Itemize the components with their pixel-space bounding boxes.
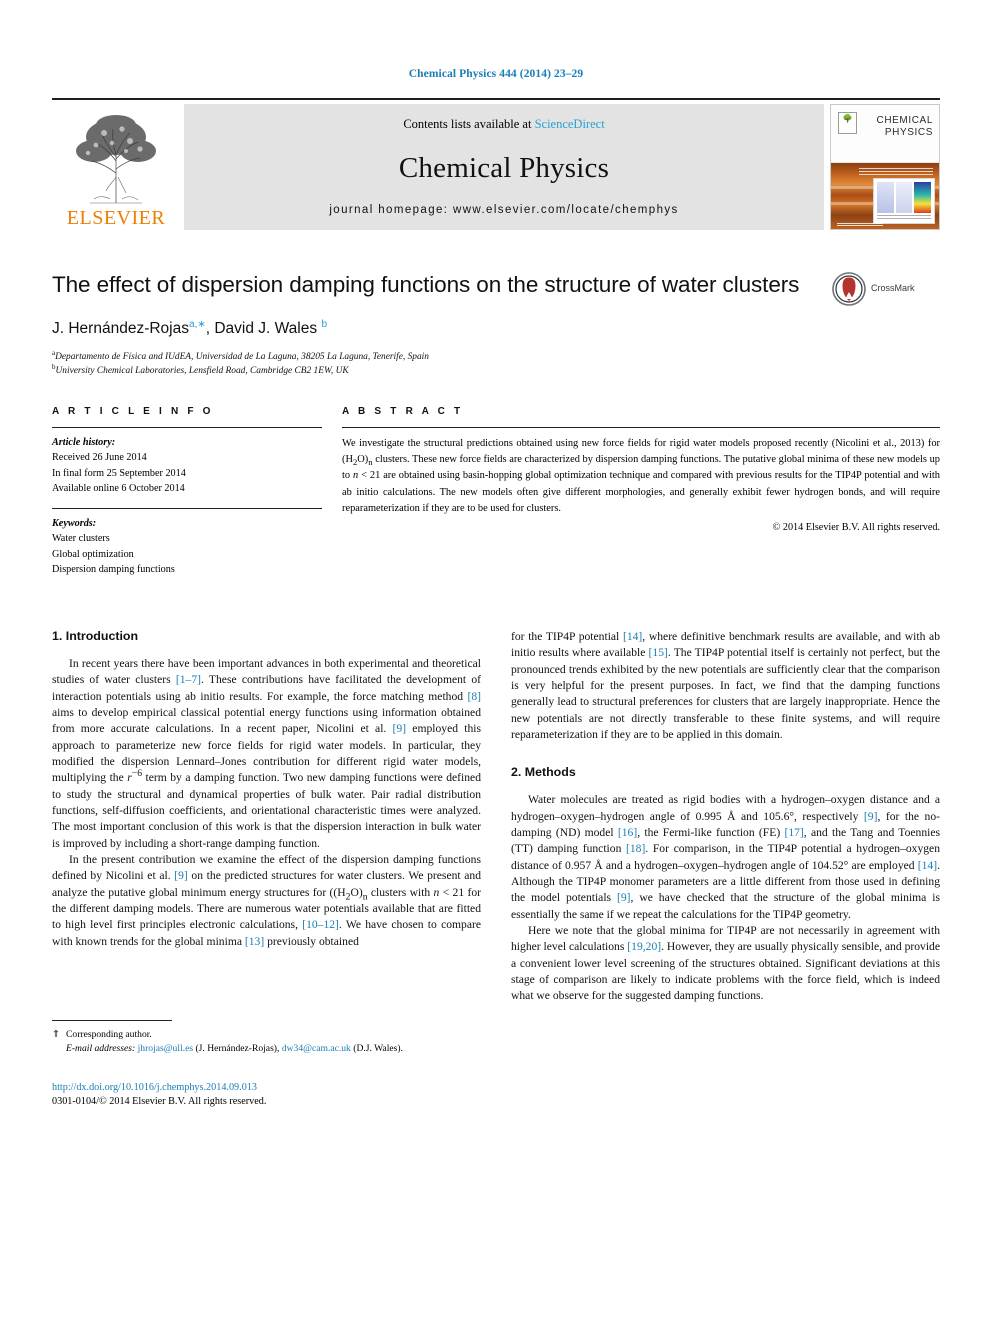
- email-addresses-note: E-mail addresses: jhrojas@ull.es (J. Her…: [52, 1042, 481, 1056]
- methods-paragraph-2: Here we note that the global minima for …: [511, 924, 940, 1003]
- section-heading-introduction: 1. Introduction: [52, 628, 139, 643]
- elsevier-logo: ELSEVIER: [52, 104, 180, 230]
- affiliations: aDepartamento de Física and IUdEA, Unive…: [52, 349, 820, 378]
- email-link-2[interactable]: dw34@cam.ac.uk: [282, 1043, 351, 1054]
- affiliation-b-text: University Chemical Laboratories, Lensfi…: [55, 365, 349, 376]
- abstract-text: We investigate the structural prediction…: [342, 437, 940, 514]
- article-history-2: Available online 6 October 2014: [52, 483, 185, 495]
- journal-masthead: ELSEVIER Contents lists available at Sci…: [52, 98, 940, 230]
- author-1-marks[interactable]: a,∗: [189, 319, 206, 330]
- intro-paragraph-1: In recent years there have been importan…: [52, 656, 482, 850]
- cover-caption-lines: [859, 168, 933, 178]
- abstract-heading: A B S T R A C T: [342, 405, 464, 417]
- elsevier-wordmark: ELSEVIER: [66, 207, 166, 229]
- journal-homepage[interactable]: journal homepage: www.elsevier.com/locat…: [329, 204, 678, 216]
- issn-copyright-line: 0301-0104/© 2014 Elsevier B.V. All right…: [52, 1096, 267, 1108]
- article-history-0: Received 26 June 2014: [52, 452, 147, 464]
- abstract-copyright: © 2014 Elsevier B.V. All rights reserved…: [772, 522, 940, 533]
- email-owner-1: (J. Hernández-Rojas),: [195, 1043, 280, 1055]
- author-2-marks[interactable]: b: [321, 319, 327, 330]
- cover-title-line1: CHEMICAL: [876, 115, 933, 126]
- cover-top: 🌳 CHEMICAL PHYSICS: [831, 105, 939, 164]
- footnote-rule: [52, 1019, 172, 1021]
- sciencedirect-link[interactable]: ScienceDirect: [535, 117, 605, 131]
- body-column-left: 1. Introduction In recent years there ha…: [52, 629, 481, 1110]
- intro-paragraph-3: for the TIP4P potential [14], where defi…: [511, 629, 940, 741]
- cover-bottom-art: [831, 163, 939, 229]
- affiliation-a: aDepartamento de Física and IUdEA, Unive…: [52, 349, 820, 364]
- keyword-1: Global optimization: [52, 548, 134, 560]
- crossmark-label: CrossMark: [871, 283, 915, 294]
- article-info-heading: A R T I C L E I N F O: [52, 405, 214, 417]
- cover-elsevier-mark-icon: 🌳: [838, 112, 857, 134]
- journal-cover-thumbnail: 🌳 CHEMICAL PHYSICS: [830, 104, 940, 230]
- article-history-group: Article history: Received 26 June 2014 I…: [52, 428, 322, 508]
- contents-prefix: Contents lists available at: [403, 117, 535, 131]
- email-owner-2: (D.J. Wales).: [353, 1043, 403, 1055]
- masthead-center: Contents lists available at ScienceDirec…: [184, 104, 824, 230]
- corresponding-author-mark-icon: ⇑: [52, 1028, 61, 1040]
- body-columns: 1. Introduction In recent years there ha…: [52, 629, 940, 1110]
- article-history-label: Article history:: [52, 436, 116, 448]
- corresponding-author-text: Corresponding author.: [66, 1028, 152, 1040]
- footnote-block: ⇑ Corresponding author. E-mail addresses:…: [52, 1019, 481, 1111]
- affiliation-a-text: Departamento de Física and IUdEA, Univer…: [55, 351, 429, 362]
- running-head: Chemical Physics 444 (2014) 23–29: [408, 68, 584, 80]
- page-title: The effect of dispersion damping functio…: [52, 272, 800, 297]
- keyword-0: Water clusters: [52, 533, 110, 545]
- intro-paragraph-2: In the present contribution we examine t…: [52, 853, 481, 948]
- email-label: E-mail addresses:: [66, 1043, 136, 1055]
- crossmark-icon: [832, 272, 866, 306]
- crossmark-badge[interactable]: CrossMark: [832, 272, 940, 306]
- keyword-2: Dispersion damping functions: [52, 564, 175, 576]
- body-column-right: for the TIP4P potential [14], where defi…: [511, 629, 940, 1110]
- journal-title: Chemical Physics: [398, 151, 610, 184]
- methods-paragraph-1: Water molecules are treated as rigid bod…: [511, 793, 940, 921]
- corresponding-author-note: ⇑ Corresponding author.: [52, 1028, 481, 1042]
- doi-link[interactable]: http://dx.doi.org/10.1016/j.chemphys.201…: [52, 1081, 481, 1096]
- cover-inset-figure: [873, 177, 935, 224]
- elsevier-tree-icon: [76, 115, 156, 204]
- author-list: J. Hernández-Rojasa,∗, David J. Wales b: [52, 318, 327, 337]
- info-abstract-region: A R T I C L E I N F O Article history: R…: [52, 406, 940, 589]
- title-block: The effect of dispersion damping functio…: [52, 270, 940, 378]
- article-info-column: A R T I C L E I N F O Article history: R…: [52, 406, 322, 589]
- doi-block: http://dx.doi.org/10.1016/j.chemphys.201…: [52, 1081, 481, 1111]
- email-link-1[interactable]: jhrojas@ull.es: [138, 1043, 193, 1054]
- paper-page: Chemical Physics 444 (2014) 23–29 ELSEVI…: [0, 0, 992, 1323]
- cover-journal-title: CHEMICAL PHYSICS: [877, 115, 933, 138]
- author-1: J. Hernández-Rojas: [52, 319, 189, 337]
- abstract-column: A B S T R A C T We investigate the struc…: [342, 406, 940, 589]
- cover-footer-bar: [837, 222, 883, 227]
- keywords-group: Keywords: Water clusters Global optimiza…: [52, 509, 322, 589]
- section-heading-methods: 2. Methods: [511, 765, 576, 780]
- contents-available-line: Contents lists available at ScienceDirec…: [403, 117, 604, 132]
- article-history-1: In final form 25 September 2014: [52, 467, 186, 479]
- cover-title-line2: PHYSICS: [884, 126, 933, 138]
- author-2: David J. Wales: [214, 319, 318, 337]
- affiliation-b: bUniversity Chemical Laboratories, Lensf…: [52, 363, 820, 378]
- keywords-label: Keywords:: [52, 517, 97, 529]
